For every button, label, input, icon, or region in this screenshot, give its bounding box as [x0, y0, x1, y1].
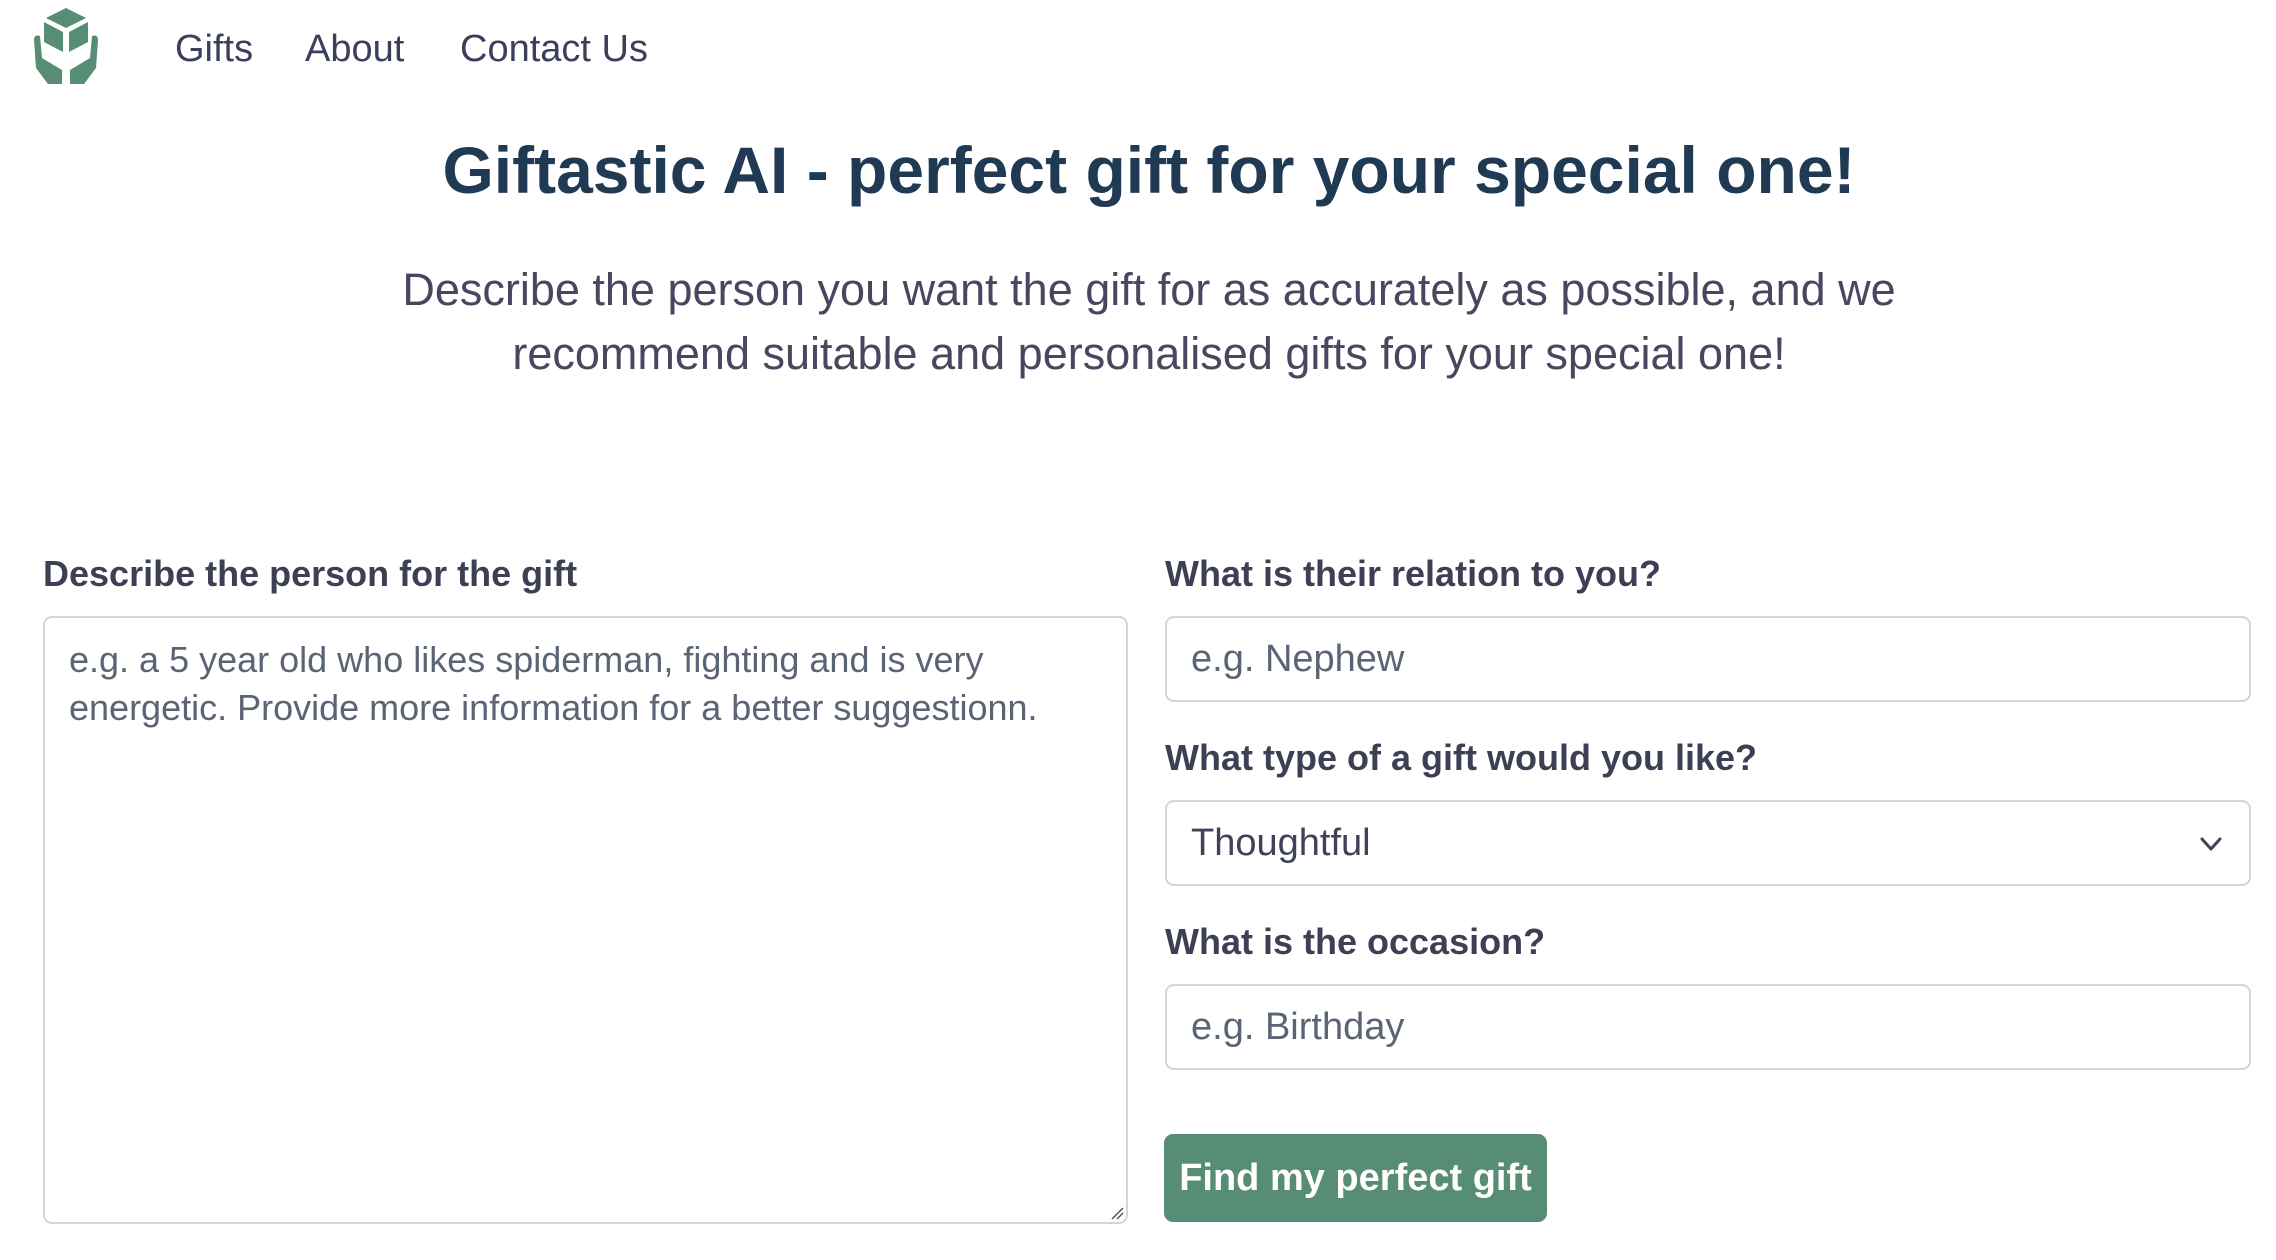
relation-placeholder: e.g. Nephew — [1191, 638, 1405, 680]
nav-link-gifts[interactable]: Gifts — [175, 26, 253, 72]
nav-link-contact-us[interactable]: Contact Us — [460, 26, 648, 72]
resize-handle-icon[interactable] — [1110, 1206, 1124, 1220]
occasion-label: What is the occasion? — [1165, 921, 1546, 962]
relation-input[interactable]: e.g. Nephew — [1165, 616, 2251, 702]
top-nav: Gifts About Contact Us — [0, 0, 2276, 100]
occasion-input[interactable]: e.g. Birthday — [1165, 984, 2251, 1070]
gift-type-label: What type of a gift would you like? — [1165, 737, 1757, 778]
page-subtitle: Describe the person you want the gift fo… — [402, 264, 1896, 379]
hands-holding-box-icon[interactable] — [32, 6, 100, 84]
description-placeholder: e.g. a 5 year old who likes spiderman, f… — [69, 639, 1038, 728]
gift-type-selected-value: Thoughtful — [1191, 822, 1371, 864]
nav-link-about[interactable]: About — [305, 26, 404, 72]
description-textarea[interactable]: e.g. a 5 year old who likes spiderman, f… — [43, 616, 1128, 1224]
page-title: Giftastic AI - perfect gift for your spe… — [442, 133, 1856, 207]
chevron-down-icon — [2200, 837, 2222, 851]
relation-label: What is their relation to you? — [1165, 553, 1662, 594]
occasion-placeholder: e.g. Birthday — [1191, 1006, 1405, 1048]
find-perfect-gift-button[interactable]: Find my perfect gift — [1164, 1134, 1547, 1222]
gift-type-select[interactable]: Thoughtful — [1165, 800, 2251, 886]
description-label: Describe the person for the gift — [43, 553, 578, 594]
